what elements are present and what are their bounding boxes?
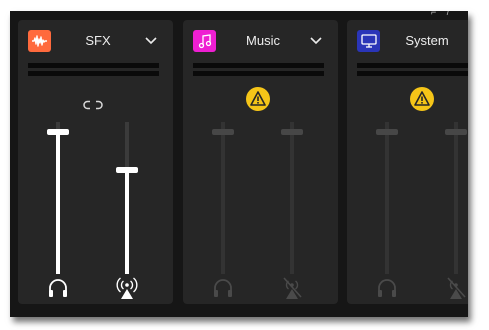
channel-panel-sfx: SFX	[18, 20, 173, 304]
stream-volume-thumb[interactable]	[445, 129, 467, 135]
waveform-icon	[28, 30, 51, 52]
chevron-down-icon[interactable]	[144, 33, 158, 47]
warning-icon[interactable]	[246, 87, 270, 111]
headphone-volume-thumb[interactable]	[212, 129, 234, 135]
level-meter-left	[28, 63, 159, 68]
headphone-volume-thumb[interactable]	[376, 129, 398, 135]
warning-icon[interactable]	[410, 87, 434, 111]
level-meter-right	[357, 71, 468, 76]
headphone-volume-fill	[56, 132, 60, 274]
stream-volume-thumb[interactable]	[281, 129, 303, 135]
broadcast-icon[interactable]	[115, 276, 139, 300]
level-meter-left	[193, 63, 324, 68]
level-meter-left	[357, 63, 468, 68]
monitor-icon	[357, 30, 380, 52]
stream-volume-slider[interactable]	[116, 122, 138, 274]
link-icon[interactable]	[83, 100, 103, 110]
music-note-icon	[193, 30, 216, 52]
mixer-window: ⌐ / SFX Music System	[10, 11, 468, 317]
headphone-volume-slider[interactable]	[212, 122, 234, 274]
stream-volume-fill	[125, 170, 129, 274]
level-meter-right	[28, 71, 159, 76]
broadcast-muted-icon[interactable]	[444, 276, 468, 300]
channel-name: SFX	[85, 33, 111, 48]
headphones-icon[interactable]	[375, 276, 399, 300]
channel-panel-music: Music	[183, 20, 338, 304]
stream-volume-thumb[interactable]	[116, 167, 138, 173]
channel-name: System	[405, 33, 449, 48]
headphone-volume-thumb[interactable]	[47, 129, 69, 135]
headphones-icon[interactable]	[211, 276, 235, 300]
stream-volume-slider[interactable]	[281, 122, 303, 274]
channel-panel-system: System	[347, 20, 468, 304]
window-corner-glyphs: ⌐ /	[431, 11, 454, 17]
chevron-down-icon[interactable]	[309, 33, 323, 47]
channel-name: Music	[246, 33, 280, 48]
headphones-icon[interactable]	[46, 276, 70, 300]
headphone-volume-slider[interactable]	[376, 122, 398, 274]
headphone-volume-slider[interactable]	[47, 122, 69, 274]
broadcast-muted-icon[interactable]	[280, 276, 304, 300]
level-meter-right	[193, 71, 324, 76]
stream-volume-slider[interactable]	[445, 122, 467, 274]
